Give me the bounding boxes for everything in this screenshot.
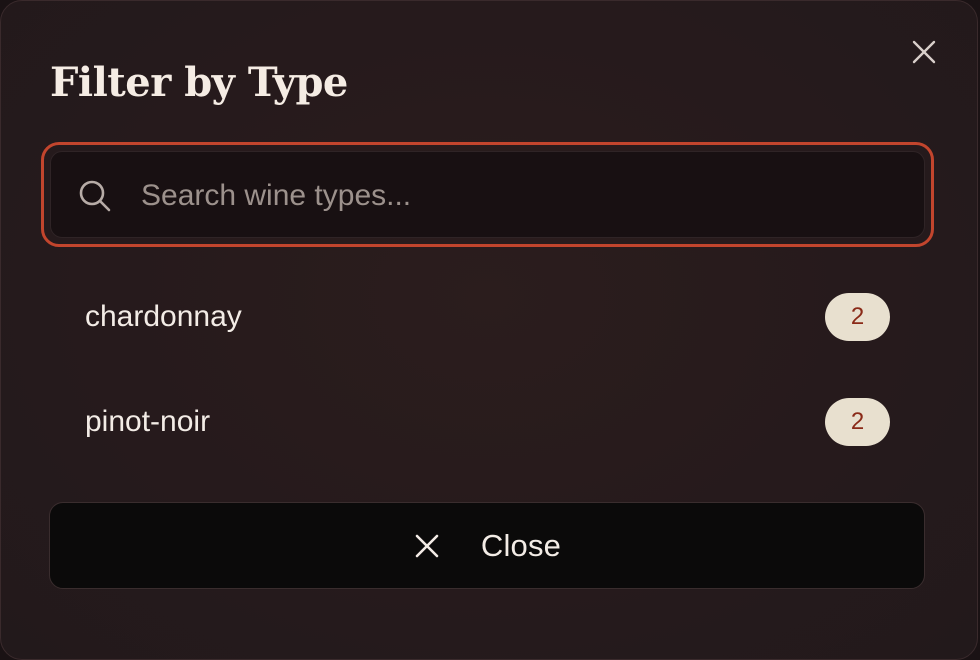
search-input[interactable]	[139, 172, 903, 220]
count-badge: 2	[825, 398, 890, 446]
close-button-label: Close	[480, 527, 562, 563]
close-icon	[912, 40, 936, 64]
search-field[interactable]	[50, 151, 925, 238]
dialog-title: Filter by Type	[50, 59, 348, 106]
type-option-pinot-noir[interactable]: pinot-noir 2	[50, 379, 925, 465]
close-button[interactable]: Close	[49, 502, 925, 589]
type-label: pinot-noir	[85, 405, 211, 438]
count-badge: 2	[825, 293, 890, 341]
dialog-close-button[interactable]	[907, 35, 941, 69]
type-option-chardonnay[interactable]: chardonnay 2	[50, 274, 925, 360]
type-label: chardonnay	[85, 300, 242, 333]
filter-dialog: Filter by Type chardonnay 2 pinot-noir 2…	[0, 0, 978, 660]
search-icon	[79, 180, 111, 212]
close-icon	[413, 532, 441, 560]
